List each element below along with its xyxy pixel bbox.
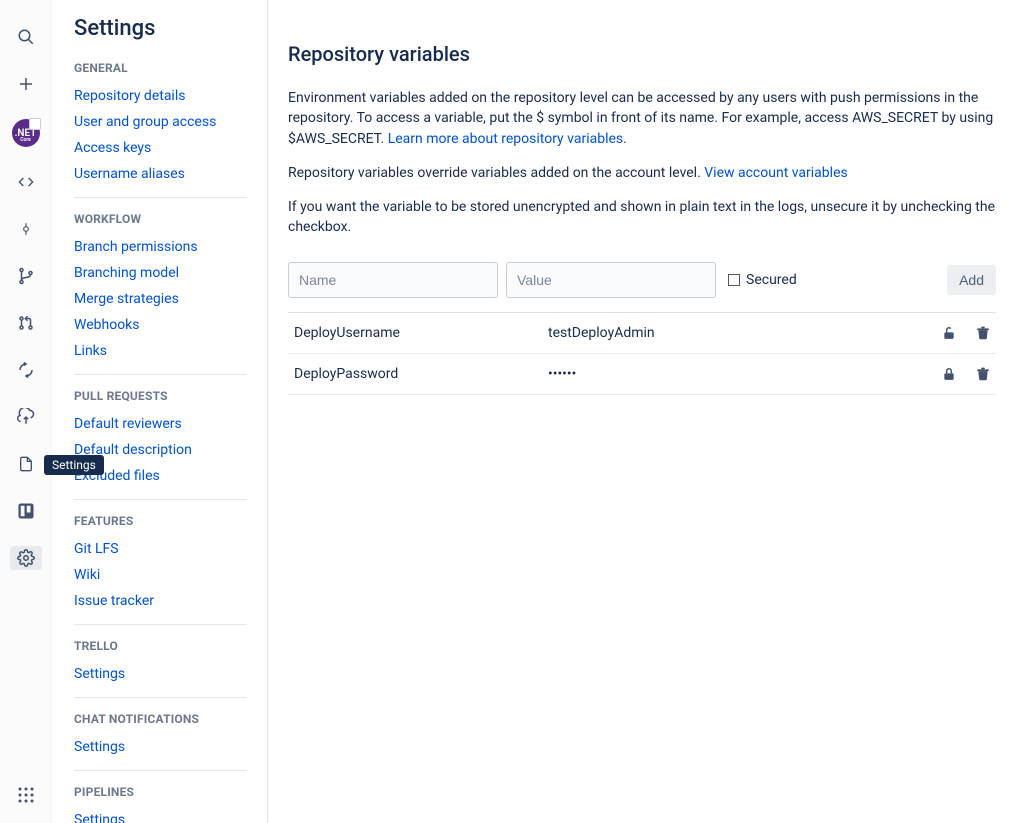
- settings-sidebar: Settings GENERAL Repository detailsUser a…: [52, 0, 268, 823]
- section-title: PULL REQUESTS: [74, 389, 247, 403]
- source-icon[interactable]: [10, 170, 42, 194]
- delete-icon[interactable]: [976, 366, 990, 382]
- variable-row: DeployPassword••••••: [288, 354, 996, 395]
- nav-item[interactable]: Webhooks: [74, 312, 247, 338]
- variable-name: DeployUsername: [294, 325, 548, 341]
- nav-item[interactable]: Git LFS: [74, 536, 247, 562]
- deployments-icon[interactable]: [10, 405, 42, 429]
- lock-icon[interactable]: [942, 366, 956, 382]
- downloads-icon[interactable]: [10, 452, 42, 476]
- add-variable-form: Secured Add: [288, 252, 996, 313]
- nav-item[interactable]: User and group access: [74, 109, 247, 135]
- section-title: CHAT NOTIFICATIONS: [74, 712, 247, 726]
- pull-requests-icon[interactable]: [10, 311, 42, 335]
- section-title: PIPELINES: [74, 785, 247, 799]
- commits-icon[interactable]: [10, 217, 42, 241]
- global-iconbar: .NET Core Settings: [0, 0, 52, 823]
- boards-icon[interactable]: [10, 499, 42, 523]
- section-title: WORKFLOW: [74, 212, 247, 226]
- nav-item[interactable]: Settings: [74, 661, 247, 687]
- page-title: Repository variables: [288, 42, 996, 66]
- description-2: Repository variables override variables …: [288, 163, 996, 183]
- description-1: Environment variables added on the repos…: [288, 88, 996, 149]
- nav-item[interactable]: Default reviewers: [74, 411, 247, 437]
- description-3: If you want the variable to be stored un…: [288, 197, 996, 238]
- nav-item[interactable]: Branch permissions: [74, 234, 247, 260]
- variable-name-input[interactable]: [288, 262, 498, 298]
- pipelines-icon[interactable]: [10, 358, 42, 382]
- view-account-variables-link[interactable]: View account variables: [704, 165, 847, 181]
- variable-name: DeployPassword: [294, 366, 548, 382]
- nav-item[interactable]: Links: [74, 338, 247, 364]
- section-title: FEATURES: [74, 514, 247, 528]
- nav-item[interactable]: Branching model: [74, 260, 247, 286]
- add-button[interactable]: Add: [947, 265, 996, 295]
- nav-item[interactable]: Access keys: [74, 135, 247, 161]
- variable-value: ••••••: [548, 366, 942, 382]
- branches-icon[interactable]: [10, 264, 42, 288]
- project-avatar[interactable]: .NET Core: [12, 119, 40, 147]
- nav-item[interactable]: Settings: [74, 807, 247, 823]
- unlock-icon[interactable]: [942, 325, 956, 341]
- nav-item[interactable]: Settings: [74, 734, 247, 760]
- settings-tooltip: Settings: [44, 455, 104, 475]
- nav-item[interactable]: Username aliases: [74, 161, 247, 187]
- variable-row: DeployUsernametestDeployAdmin: [288, 313, 996, 354]
- nav-item[interactable]: Issue tracker: [74, 588, 247, 614]
- nav-item[interactable]: Repository details: [74, 83, 247, 109]
- learn-more-link[interactable]: Learn more about repository variables: [388, 131, 623, 147]
- search-icon[interactable]: [10, 25, 42, 49]
- settings-icon[interactable]: [10, 546, 42, 570]
- section-title: GENERAL: [74, 61, 247, 75]
- create-icon[interactable]: [10, 72, 42, 96]
- nav-item[interactable]: Wiki: [74, 562, 247, 588]
- variable-value: testDeployAdmin: [548, 325, 942, 341]
- sidebar-title: Settings: [74, 16, 247, 41]
- secured-checkbox[interactable]: Secured: [728, 272, 797, 288]
- variable-value-input[interactable]: [506, 262, 716, 298]
- section-title: TRELLO: [74, 639, 247, 653]
- app-switcher-icon[interactable]: [10, 783, 42, 807]
- main-content: Repository variables Environment variabl…: [268, 0, 1024, 823]
- delete-icon[interactable]: [976, 325, 990, 341]
- nav-item[interactable]: Merge strategies: [74, 286, 247, 312]
